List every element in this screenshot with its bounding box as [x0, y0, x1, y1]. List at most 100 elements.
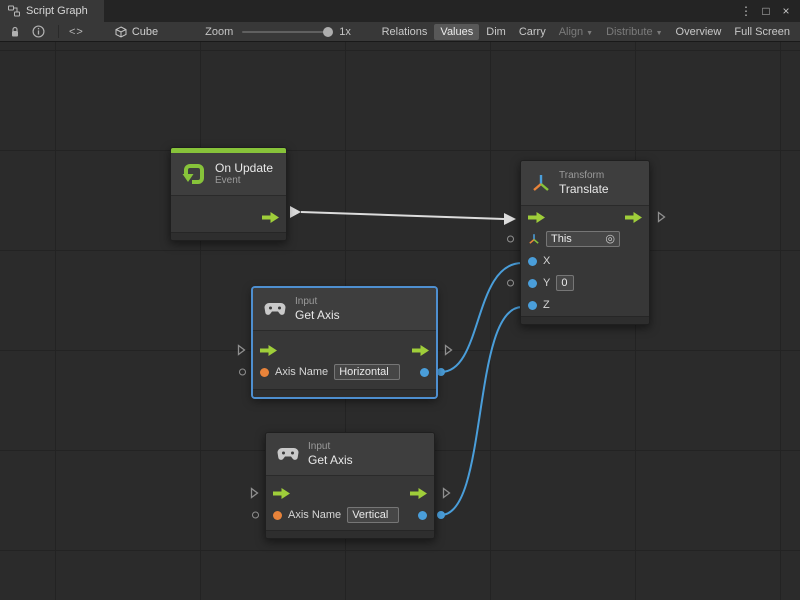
flow-row	[253, 339, 436, 361]
window-maximize-icon[interactable]: □	[757, 4, 775, 18]
zoom-control: Zoom 1x	[205, 26, 351, 38]
chevron-down-icon: ▼	[656, 30, 663, 37]
tab-script-graph[interactable]: Script Graph	[0, 0, 104, 22]
window-close-icon[interactable]: ×	[777, 4, 795, 18]
titlebar: Script Graph ⋮ □ ×	[0, 0, 800, 22]
node-get-axis-vertical[interactable]: Input Get Axis	[265, 432, 435, 539]
this-dropdown[interactable]: This ◎	[546, 231, 620, 247]
dim-button[interactable]: Dim	[480, 24, 512, 40]
info-icon[interactable]	[29, 25, 48, 38]
y-port-icon[interactable]	[528, 279, 537, 288]
flow-input-icon[interactable]	[273, 488, 290, 499]
node-footer	[171, 232, 286, 240]
node-footer	[253, 389, 436, 397]
y-input-port[interactable]	[507, 280, 514, 287]
flow-row	[521, 206, 649, 228]
result-output-port[interactable]	[420, 368, 429, 377]
axis-name-label: Axis Name	[275, 366, 328, 378]
overview-button[interactable]: Overview	[670, 24, 728, 40]
node-category: Transform	[559, 170, 609, 182]
axis-name-input-port[interactable]	[239, 369, 246, 376]
port-row-axis-name: Axis Name	[253, 361, 436, 383]
string-port-icon[interactable]	[273, 511, 282, 520]
node-title: Translate	[559, 182, 609, 196]
node-title: On Update	[215, 161, 273, 175]
distribute-button[interactable]: Distribute▼	[600, 24, 668, 40]
y-label: Y	[543, 277, 550, 289]
node-footer	[266, 530, 434, 538]
target-picker-icon[interactable]: ◎	[605, 234, 615, 245]
lock-icon[interactable]	[6, 26, 24, 38]
relations-button[interactable]: Relations	[376, 24, 434, 40]
flow-input-icon[interactable]	[260, 345, 277, 356]
node-title: Get Axis	[295, 308, 340, 322]
graph-icon	[8, 5, 20, 17]
flow-row	[266, 482, 434, 504]
graph-target-label: Cube	[132, 26, 158, 38]
flow-output-icon[interactable]	[262, 212, 279, 223]
flow-input-port[interactable]	[237, 344, 246, 356]
node-get-axis-horizontal[interactable]: Input Get Axis	[252, 287, 437, 398]
port-row-z: Z	[521, 294, 649, 316]
node-translate[interactable]: Transform Translate	[520, 160, 650, 325]
z-input-port[interactable]	[528, 301, 537, 310]
gamepad-icon	[276, 447, 300, 461]
string-port-icon[interactable]	[260, 368, 269, 377]
flow-output-port[interactable]	[444, 344, 453, 356]
graph-toolbar: <> Cube Zoom 1x Relations Values Dim Car…	[0, 22, 800, 42]
window-menu-icon[interactable]: ⋮	[737, 4, 755, 18]
node-header[interactable]: On Update Event	[171, 153, 286, 195]
values-button[interactable]: Values	[434, 24, 479, 40]
flow-output-icon[interactable]	[412, 345, 429, 356]
flow-input-icon[interactable]	[528, 212, 545, 223]
connection-flow-onupdate-translate[interactable]	[290, 206, 516, 225]
port-row-x: X	[521, 250, 649, 272]
zoom-slider[interactable]	[242, 31, 330, 33]
script-graph-window: Script Graph ⋮ □ × <> Cube Zoom 1x	[0, 0, 800, 600]
axis-name-input[interactable]	[347, 507, 399, 523]
on-update-icon	[181, 161, 207, 187]
align-button[interactable]: Align▼	[553, 24, 599, 40]
this-label: This	[551, 233, 572, 245]
connection-start-port[interactable]	[437, 511, 445, 519]
node-footer	[521, 316, 649, 324]
port-row-y: Y	[521, 272, 649, 294]
target-row: This ◎	[521, 228, 649, 250]
flow-output-icon[interactable]	[625, 212, 642, 223]
node-header[interactable]: Input Get Axis	[266, 433, 434, 475]
node-subtitle: Event	[215, 175, 273, 187]
flow-output-port[interactable]	[442, 487, 451, 499]
axis-name-input-port[interactable]	[252, 512, 259, 519]
result-output-port[interactable]	[418, 511, 427, 520]
node-header[interactable]: Input Get Axis	[253, 288, 436, 330]
x-label: X	[543, 255, 550, 267]
axis-name-label: Axis Name	[288, 509, 341, 521]
z-label: Z	[543, 299, 550, 311]
flow-output-icon[interactable]	[410, 488, 427, 499]
connection-vertical-to-z[interactable]	[441, 307, 522, 515]
zoom-label: Zoom	[205, 26, 233, 38]
carry-button[interactable]: Carry	[513, 24, 552, 40]
chevron-down-icon: ▼	[586, 30, 593, 37]
node-header[interactable]: Transform Translate	[521, 161, 649, 205]
flow-input-port[interactable]	[250, 487, 259, 499]
zoom-slider-handle[interactable]	[323, 27, 333, 37]
transform-gizmo-icon	[531, 173, 551, 193]
y-value-input[interactable]	[556, 275, 574, 291]
graph-canvas[interactable]: On Update Event	[0, 42, 800, 600]
flow-row	[171, 206, 286, 228]
code-preview-icon[interactable]: <>	[69, 26, 84, 38]
toolbar-buttons: Relations Values Dim Carry Align▼ Distri…	[376, 24, 796, 40]
target-input-port[interactable]	[507, 236, 514, 243]
transform-gizmo-icon	[528, 233, 540, 245]
fullscreen-button[interactable]: Full Screen	[728, 24, 796, 40]
axis-name-input[interactable]	[334, 364, 400, 380]
graph-target[interactable]: Cube	[115, 26, 158, 38]
toolbar-divider	[58, 25, 59, 38]
node-on-update[interactable]: On Update Event	[170, 147, 287, 241]
x-input-port[interactable]	[528, 257, 537, 266]
flow-output-port[interactable]	[657, 211, 666, 223]
node-title: Get Axis	[308, 453, 353, 467]
connection-start-port[interactable]	[437, 368, 445, 376]
zoom-value: 1x	[339, 26, 351, 38]
